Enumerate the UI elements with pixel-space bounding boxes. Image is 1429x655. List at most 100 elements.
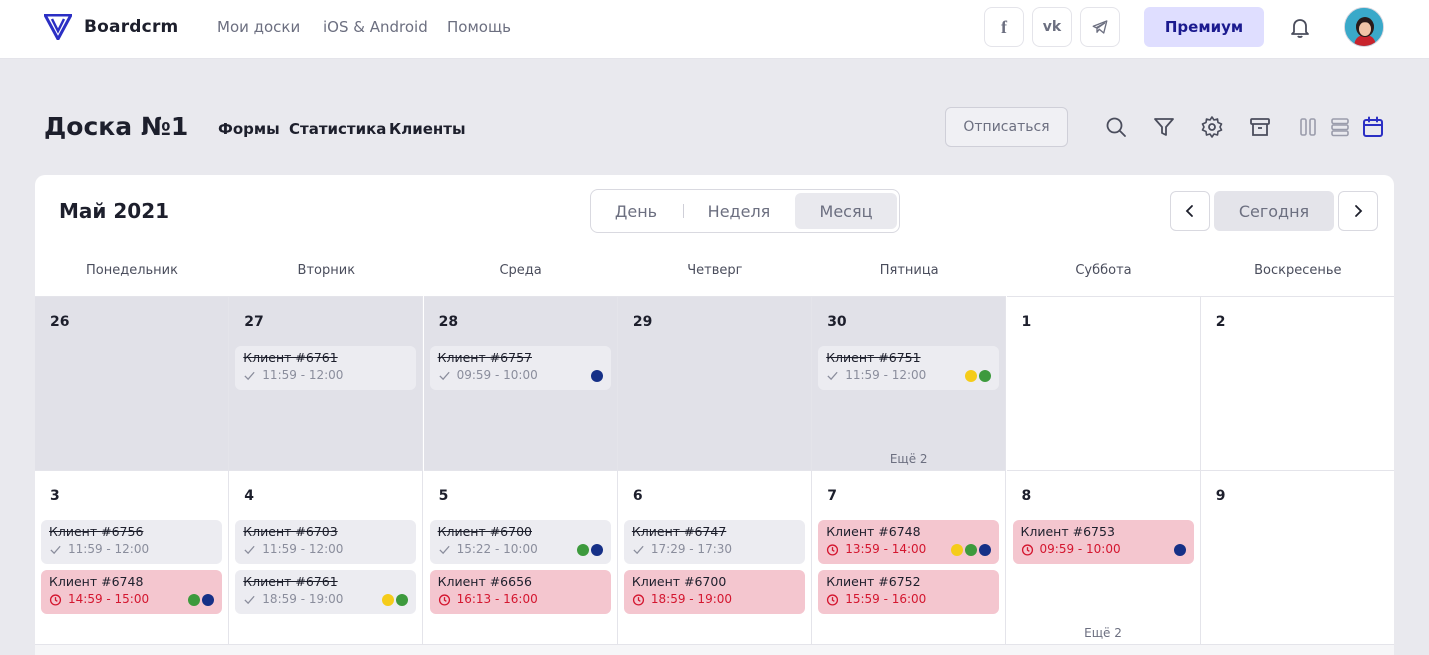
- clock-icon: [827, 593, 839, 606]
- tag-dot-navy: [1173, 544, 1186, 556]
- day-cell[interactable]: 6 Клиент #6747 17:29 - 17:30 Клиент #6700 18…: [617, 470, 812, 644]
- more-events-link[interactable]: Ещё 2: [812, 452, 1005, 466]
- archive-icon[interactable]: [1248, 115, 1272, 139]
- prev-month-button[interactable]: [1170, 191, 1210, 231]
- nav-my-boards[interactable]: Мои доски: [217, 18, 300, 36]
- event-card[interactable]: Клиент #6700 18:59 - 19:00: [623, 570, 805, 614]
- view-switcher: День Неделя Месяц: [590, 189, 900, 233]
- event-time: 09:59 - 10:00: [1039, 542, 1121, 556]
- view-month-tab[interactable]: Месяц: [795, 193, 897, 229]
- day-number: 29: [632, 314, 653, 330]
- event-time: 11:59 - 12:00: [845, 368, 927, 382]
- day-cell[interactable]: 30 Клиент #6751 11:59 - 12:00 Ещё 2: [812, 296, 1007, 470]
- day-cell[interactable]: 27 Клиент #6761 11:59 - 12:00: [229, 296, 424, 470]
- today-button[interactable]: Сегодня: [1214, 191, 1334, 231]
- day-cell[interactable]: 8 Клиент #6753 09:59 - 10:00 Ещё 2: [1006, 470, 1201, 644]
- day-cell[interactable]: 1: [1006, 296, 1201, 470]
- day-cell[interactable]: 29: [617, 296, 812, 470]
- event-time: 11:59 - 12:00: [68, 542, 150, 556]
- day-cell[interactable]: 3 Клиент #6756 11:59 - 12:00 Клиент #6748 14…: [35, 470, 229, 644]
- event-time-row: 18:59 - 19:00: [632, 592, 797, 606]
- event-client-name: Клиент #6700: [437, 524, 532, 539]
- event-client-name: Клиент #6747: [631, 524, 727, 539]
- nav-mobile-apps[interactable]: iOS & Android: [323, 18, 428, 36]
- event-card[interactable]: Клиент #6756 11:59 - 12:00: [41, 520, 222, 564]
- facebook-button[interactable]: f: [984, 7, 1024, 47]
- view-week-tab[interactable]: Неделя: [691, 193, 787, 229]
- event-card[interactable]: Клиент #6656 16:13 - 16:00: [429, 570, 611, 614]
- view-day-tab[interactable]: День: [595, 193, 677, 229]
- event-time: 17:29 - 17:30: [650, 542, 733, 556]
- event-time: 18:59 - 19:00: [650, 592, 733, 606]
- day-cell[interactable]: 9: [1200, 470, 1394, 644]
- event-time: 09:59 - 10:00: [456, 368, 538, 382]
- bell-icon[interactable]: [1288, 15, 1312, 39]
- event-time: 14:59 - 15:00: [68, 592, 150, 606]
- event-card[interactable]: Клиент #6748 14:59 - 15:00: [41, 570, 222, 614]
- day-cell[interactable]: 2: [1200, 296, 1394, 470]
- day-number: 27: [244, 314, 264, 330]
- app-name[interactable]: Boardcrm: [84, 17, 178, 37]
- event-tags: [188, 594, 214, 606]
- event-card[interactable]: Клиент #6748 13:59 - 14:00: [818, 520, 1000, 564]
- day-number: 7: [827, 488, 837, 504]
- logo-icon[interactable]: [44, 14, 72, 40]
- day-number: 26: [50, 314, 70, 330]
- premium-button[interactable]: Премиум: [1144, 7, 1264, 47]
- event-card[interactable]: Клиент #6753 09:59 - 10:00: [1012, 520, 1194, 564]
- telegram-button[interactable]: [1080, 7, 1120, 47]
- kanban-view-icon[interactable]: [1296, 115, 1320, 139]
- event-tags: [576, 544, 603, 556]
- chevron-right-icon: [1355, 205, 1363, 217]
- view-separator: [683, 204, 684, 218]
- list-view-icon[interactable]: [1328, 115, 1352, 139]
- facebook-icon: f: [1001, 16, 1007, 37]
- event-client-name: Клиент #6752: [826, 574, 921, 589]
- day-cell[interactable]: 7 Клиент #6748 13:59 - 14:00 Клиент #6752 15…: [812, 470, 1007, 644]
- telegram-icon: [1092, 20, 1108, 34]
- day-cell[interactable]: 5 Клиент #6700 15:22 - 10:00 Клиент #6656 16…: [423, 470, 618, 644]
- next-month-button[interactable]: [1338, 191, 1378, 231]
- event-client-name: Клиент #6751: [826, 350, 921, 365]
- more-events-link[interactable]: Ещё 2: [1007, 626, 1200, 640]
- event-client-name: Клиент #6753: [1020, 524, 1115, 539]
- event-card[interactable]: Клиент #6752 15:59 - 16:00: [818, 570, 1000, 614]
- unsubscribe-button[interactable]: Отписаться: [945, 107, 1068, 147]
- vk-button[interactable]: vk: [1032, 7, 1072, 47]
- event-card[interactable]: Клиент #6757 09:59 - 10:00: [429, 346, 611, 390]
- day-number: 4: [244, 488, 255, 504]
- search-icon[interactable]: [1104, 115, 1128, 139]
- avatar[interactable]: [1344, 7, 1384, 47]
- event-card[interactable]: Клиент #6751 11:59 - 12:00: [818, 346, 1000, 390]
- check-icon: [50, 545, 61, 554]
- day-cell[interactable]: 4 Клиент #6703 11:59 - 12:00 Клиент #6761 18…: [229, 470, 424, 644]
- month-title: Май 2021: [59, 199, 170, 223]
- check-icon: [244, 595, 255, 604]
- gear-icon[interactable]: [1200, 115, 1224, 139]
- event-tags: [590, 370, 603, 382]
- event-client-name: Клиент #6756: [49, 524, 144, 539]
- event-card[interactable]: Клиент #6703 11:59 - 12:00: [235, 520, 417, 564]
- filter-icon[interactable]: [1152, 115, 1176, 139]
- calendar-view-icon[interactable]: [1361, 115, 1385, 139]
- day-cell[interactable]: 28 Клиент #6757 09:59 - 10:00: [423, 296, 618, 470]
- event-tags: [382, 594, 409, 606]
- weekday-label: Пятница: [879, 263, 939, 278]
- weekday-label: Вторник: [297, 263, 356, 278]
- board-link-statistics[interactable]: Статистика: [289, 120, 386, 138]
- event-time-row: 09:59 - 10:00: [1021, 542, 1186, 556]
- board-link-forms[interactable]: Формы: [218, 120, 280, 138]
- weekday-label: Четверг: [687, 263, 743, 278]
- avatar-image: [1345, 8, 1383, 46]
- event-card[interactable]: Клиент #6761 11:59 - 12:00: [235, 346, 417, 390]
- event-card[interactable]: Клиент #6700 15:22 - 10:00: [429, 520, 611, 564]
- next-week-row: [35, 644, 1394, 655]
- event-time-row: 15:59 - 16:00: [826, 592, 991, 606]
- board-link-clients[interactable]: Клиенты: [389, 120, 466, 138]
- nav-help[interactable]: Помощь: [447, 18, 511, 36]
- day-cell[interactable]: 26: [35, 296, 229, 470]
- chevron-left-icon: [1185, 205, 1193, 217]
- event-card[interactable]: Клиент #6761 18:59 - 19:00: [235, 570, 417, 614]
- event-card[interactable]: Клиент #6747 17:29 - 17:30: [623, 520, 805, 564]
- check-icon: [827, 371, 838, 380]
